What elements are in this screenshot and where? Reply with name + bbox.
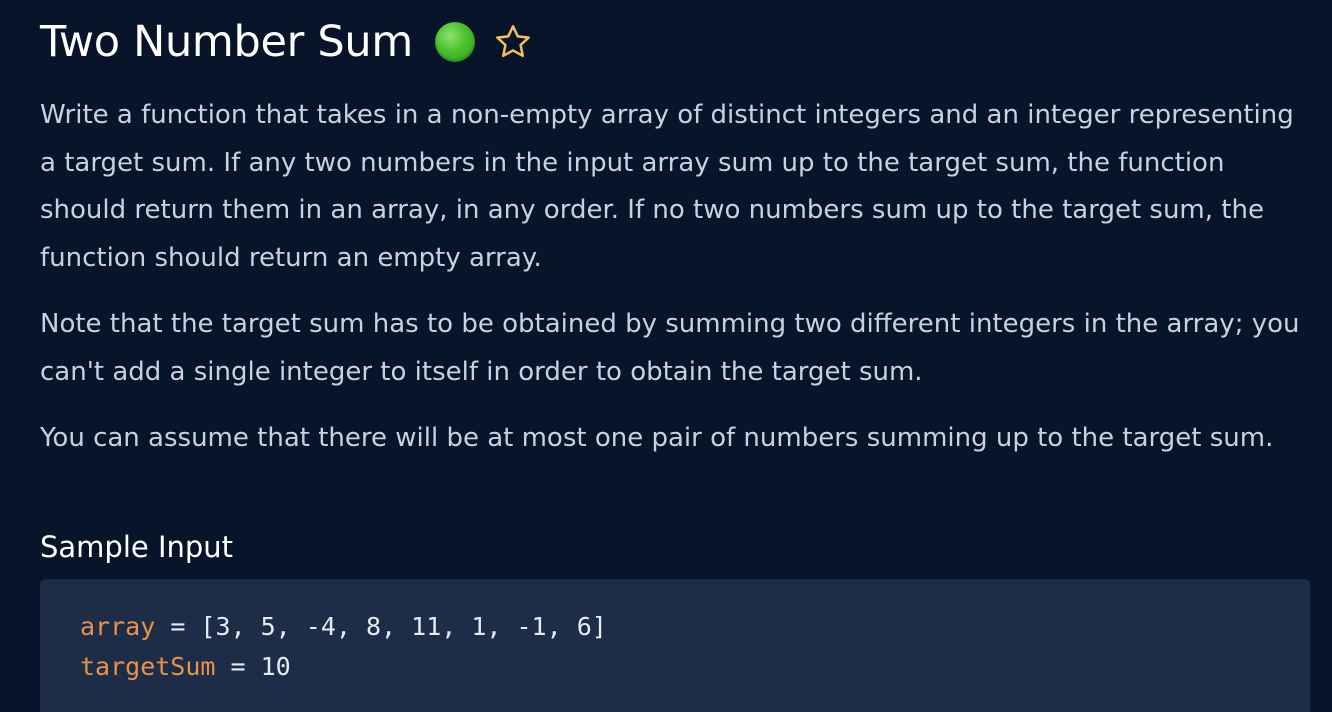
title-row: Two Number Sum — [40, 0, 1310, 84]
problem-page: Two Number Sum Write a function that tak… — [40, 0, 1310, 712]
star-outline-icon — [496, 25, 530, 58]
difficulty-indicator-icon — [434, 22, 475, 62]
sample-input-heading: Sample Input — [40, 529, 234, 564]
code-variable: targetSum — [80, 651, 216, 681]
problem-description: Write a function that takes in a non-emp… — [40, 92, 1310, 463]
sample-input-code-block: array = [3, 5, -4, 8, 11, 1, -1, 6] targ… — [40, 578, 1310, 712]
favorite-star-button[interactable] — [493, 22, 533, 62]
code-line: targetSum = 10 — [80, 647, 1310, 687]
problem-title: Two Number Sum — [40, 17, 413, 67]
code-variable: array — [80, 611, 156, 641]
description-paragraph: Write a function that takes in a non-emp… — [40, 100, 1294, 273]
description-paragraph: You can assume that there will be at mos… — [40, 423, 1274, 453]
code-value: = [3, 5, -4, 8, 11, 1, -1, 6] — [155, 611, 607, 641]
code-line: array = [3, 5, -4, 8, 11, 1, -1, 6] — [80, 607, 1310, 647]
code-value: = 10 — [215, 651, 291, 681]
description-paragraph: Note that the target sum has to be obtai… — [40, 309, 1300, 387]
